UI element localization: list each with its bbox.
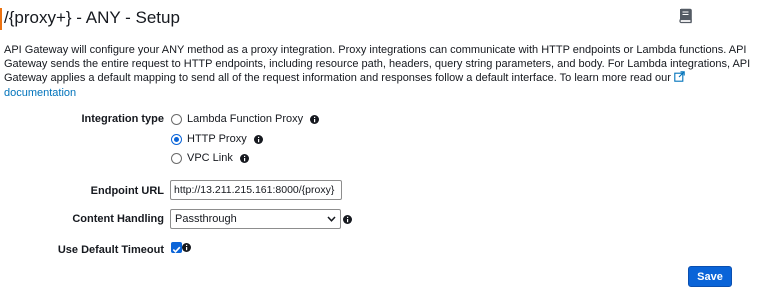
radio-http-proxy[interactable]	[171, 133, 182, 145]
book-icon[interactable]	[679, 8, 693, 24]
radio-label-lambda-proxy: Lambda Function Proxy	[187, 113, 304, 125]
info-icon[interactable]	[343, 215, 352, 224]
radio-label-vpc-link: VPC Link	[187, 152, 233, 164]
page-header: /{proxy+} - ANY - Setup	[0, 6, 770, 32]
documentation-link-label: documentation	[4, 86, 77, 99]
save-button[interactable]: Save	[688, 266, 732, 287]
checkmark-icon	[172, 246, 181, 253]
radio-label-http-proxy: HTTP Proxy	[187, 133, 247, 145]
page-title: /{proxy+} - ANY - Setup	[4, 8, 180, 27]
description-text: API Gateway will configure your ANY meth…	[4, 44, 751, 85]
external-link-icon	[674, 71, 685, 83]
content-handling-label: Content Handling	[72, 213, 164, 225]
content-handling-select[interactable]: Passthrough	[170, 209, 341, 229]
info-icon[interactable]	[182, 243, 191, 252]
content-handling-value: Passthrough	[175, 213, 237, 225]
radio-option-http-proxy[interactable]: HTTP Proxy	[171, 131, 263, 147]
info-icon[interactable]	[239, 153, 249, 163]
radio-vpc-link[interactable]	[171, 152, 182, 164]
endpoint-url-input[interactable]: http://13.211.215.161:8000/{proxy}	[170, 180, 342, 200]
radio-option-lambda-proxy[interactable]: Lambda Function Proxy	[171, 111, 320, 127]
endpoint-url-label: Endpoint URL	[90, 185, 164, 197]
integration-type-label: Integration type	[81, 113, 164, 125]
title-accent-bar	[0, 8, 2, 30]
info-icon[interactable]	[253, 134, 263, 144]
radio-lambda-proxy[interactable]	[171, 113, 182, 125]
default-timeout-label: Use Default Timeout	[57, 244, 164, 256]
chevron-down-icon	[327, 216, 336, 222]
description: API Gateway will configure your ANY meth…	[4, 43, 756, 100]
radio-option-vpc-link[interactable]: VPC Link	[171, 150, 249, 166]
default-timeout-checkbox[interactable]	[171, 242, 182, 253]
info-icon[interactable]	[310, 114, 320, 124]
